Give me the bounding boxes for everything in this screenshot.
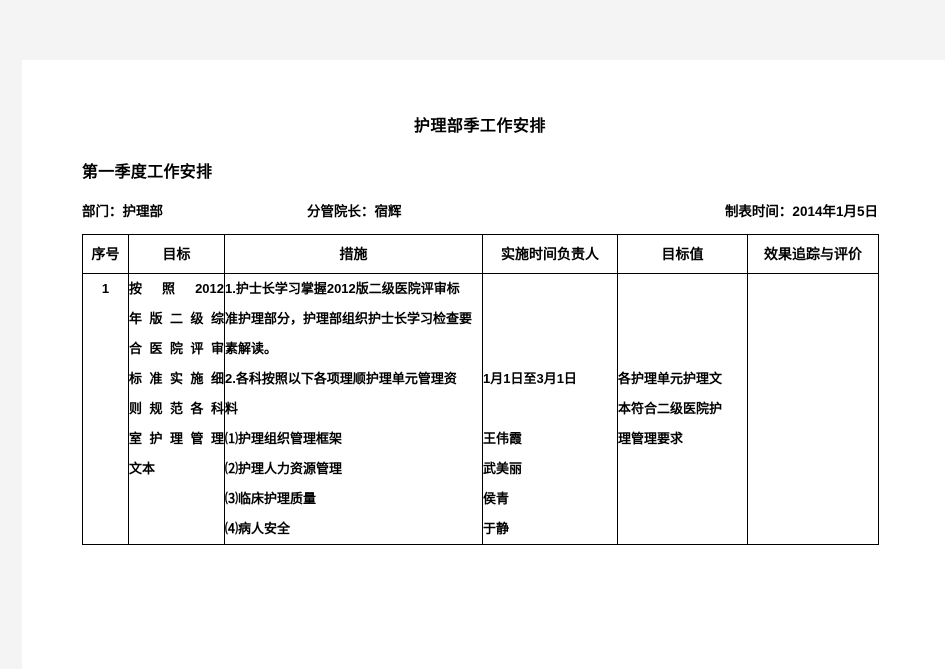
cell-measures: 1.护士长学习掌握2012版二级医院评审标 准护理部分，护理部组织护士长学习检查要… — [224, 273, 483, 545]
column-header-evaluation: 效果追踪与评价 — [747, 234, 879, 274]
column-header-no: 序号 — [82, 234, 129, 274]
table-row: 1 按照2012 年版二级综 合医院评审 标准实施细 则规范各科 室护理管理 文本 1.护士… — [82, 273, 879, 545]
column-header-target-value: 目标值 — [617, 234, 748, 274]
meta-director: 分管院长：宿辉 — [307, 204, 402, 219]
cell-goal: 按照2012 年版二级综 合医院评审 标准实施细 则规范各科 室护理管理 文本 — [128, 273, 225, 545]
document-page: 护理部季工作安排 第一季度工作安排 部门：护理部 分管院长：宿辉 制表时间：20… — [22, 60, 945, 669]
cell-evaluation — [747, 273, 879, 545]
document-body: 护理部季工作安排 第一季度工作安排 部门：护理部 分管院长：宿辉 制表时间：20… — [82, 60, 879, 545]
cell-target-value: 各护理单元护理文 本符合二级医院护 理管理要求 — [617, 273, 748, 545]
schedule-table: 序号 目标 措施 实施时间负责人 目标值 效果追踪与评价 1 按照2012 年版二… — [82, 234, 879, 545]
meta-date: 制表时间：2014年1月5日 — [724, 204, 878, 219]
section-title: 第一季度工作安排 — [82, 164, 213, 181]
document-meta-row: 部门：护理部 分管院长：宿辉 制表时间：2014年1月5日 — [82, 200, 878, 222]
table-header-row: 序号 目标 措施 实施时间负责人 目标值 效果追踪与评价 — [82, 234, 879, 274]
column-header-measures: 措施 — [224, 234, 483, 274]
column-header-goal: 目标 — [128, 234, 225, 274]
cell-time-owner: 1月1日至3月1日 王伟霞 武美丽 侯青 于静 — [482, 273, 618, 545]
cell-serial-number: 1 — [82, 273, 129, 545]
page-title: 护理部季工作安排 — [413, 118, 546, 135]
table-body: 1 按照2012 年版二级综 合医院评审 标准实施细 则规范各科 室护理管理 文本 1.护士… — [82, 273, 879, 545]
meta-department: 部门：护理部 — [82, 204, 163, 219]
column-header-time-owner: 实施时间负责人 — [482, 234, 618, 274]
